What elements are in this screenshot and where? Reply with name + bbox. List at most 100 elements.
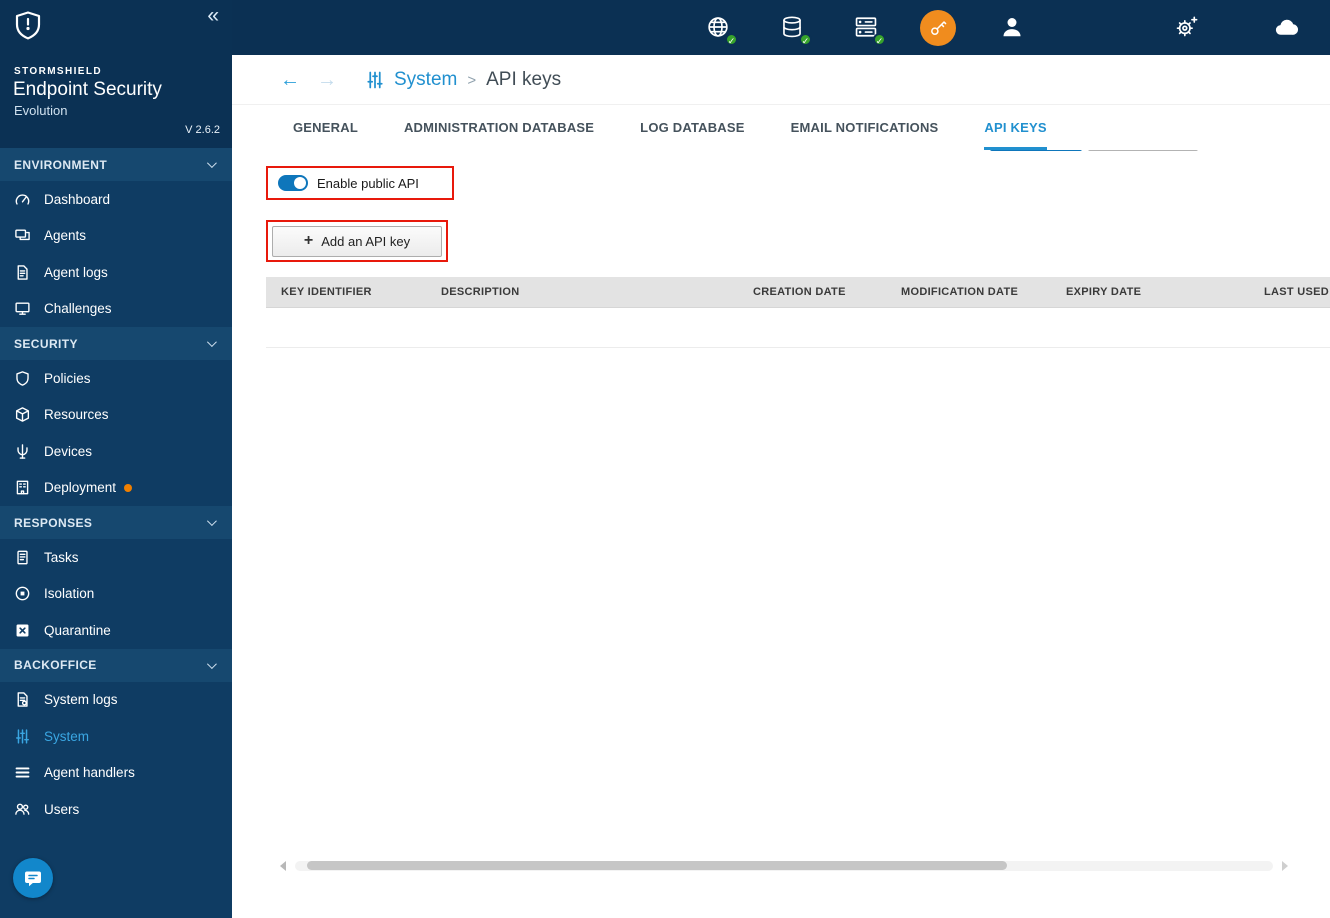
scroll-left-arrow[interactable]: [280, 861, 286, 871]
tab-administration-database[interactable]: ADMINISTRATION DATABASE: [404, 105, 594, 150]
deployment-notification-dot: [124, 484, 132, 492]
user-icon[interactable]: [999, 14, 1027, 42]
sidebar: « STORMSHIELD Endpoint Security Evolutio…: [0, 0, 232, 918]
sidebar-item-system[interactable]: System: [0, 718, 232, 755]
main-area: ✓ ✓ ✓ ← → System >: [232, 0, 1330, 918]
sidebar-item-label: Dashboard: [44, 192, 110, 207]
system-icon: [365, 70, 385, 90]
dashboard-icon: [14, 191, 33, 208]
section-label: SECURITY: [14, 337, 78, 351]
tab-email-notifications[interactable]: EMAIL NOTIFICATIONS: [791, 105, 939, 150]
sidebar-section-security[interactable]: SECURITY: [0, 327, 232, 360]
sidebar-item-label: Quarantine: [44, 623, 111, 638]
sidebar-item-agent-logs[interactable]: Agent logs: [0, 254, 232, 291]
sidebar-item-tasks[interactable]: Tasks: [0, 539, 232, 576]
sidebar-item-users[interactable]: Users: [0, 791, 232, 828]
agent-handlers-icon: [14, 764, 33, 781]
add-api-key-button-label: Add an API key: [321, 234, 410, 249]
sidebar-collapse-button[interactable]: «: [207, 4, 219, 28]
sidebar-item-system-logs[interactable]: System logs: [0, 682, 232, 719]
breadcrumb: ← → System > API keys: [280, 55, 561, 105]
sidebar-section-responses[interactable]: RESPONSES: [0, 506, 232, 539]
users-icon: [14, 801, 33, 818]
sidebar-section-environment[interactable]: ENVIRONMENT: [0, 148, 232, 181]
sidebar-item-label: Devices: [44, 444, 92, 459]
settings-tabs: GENERAL ADMINISTRATION DATABASE LOG DATA…: [232, 105, 1330, 150]
section-label: BACKOFFICE: [14, 658, 97, 672]
brand-version: V 2.6.2: [185, 124, 220, 136]
tab-general[interactable]: GENERAL: [293, 105, 358, 150]
sidebar-section-backoffice[interactable]: BACKOFFICE: [0, 649, 232, 682]
breadcrumb-system-link[interactable]: System: [394, 69, 457, 91]
sidebar-item-devices[interactable]: Devices: [0, 433, 232, 470]
sidebar-item-agents[interactable]: Agents: [0, 218, 232, 255]
sidebar-item-policies[interactable]: Policies: [0, 360, 232, 397]
chat-support-button[interactable]: [13, 858, 53, 898]
add-key-annotation-box: + Add an API key: [266, 220, 448, 262]
tab-log-database[interactable]: LOG DATABASE: [640, 105, 744, 150]
sidebar-item-label: Tasks: [44, 550, 79, 565]
deployment-icon: [14, 479, 33, 496]
chevron-down-icon: [207, 516, 217, 526]
breadcrumb-bar: ← → System > API keys You locked the "Pu…: [232, 55, 1330, 105]
server-status-icon[interactable]: ✓: [853, 14, 881, 42]
gear-config-icon[interactable]: [1173, 14, 1201, 42]
sidebar-item-quarantine[interactable]: Quarantine: [0, 612, 232, 649]
forward-arrow-button[interactable]: →: [317, 69, 337, 92]
tab-api-keys[interactable]: API KEYS: [984, 105, 1046, 150]
system-icon: [14, 728, 33, 745]
sidebar-item-label: System logs: [44, 692, 118, 707]
section-label: RESPONSES: [14, 516, 92, 530]
sidebar-item-challenges[interactable]: Challenges: [0, 291, 232, 328]
page-title: API keys: [486, 69, 561, 91]
plus-icon: +: [304, 232, 313, 250]
sidebar-item-label: Resources: [44, 407, 109, 422]
resources-icon: [14, 406, 33, 423]
sidebar-logo-area: « STORMSHIELD Endpoint Security Evolutio…: [0, 0, 232, 148]
column-last-used[interactable]: LAST USED: [1264, 286, 1329, 298]
sidebar-item-isolation[interactable]: Isolation: [0, 576, 232, 613]
enable-api-annotation-box: Enable public API: [266, 166, 454, 200]
scrollbar-track: [295, 861, 1273, 871]
globe-status-icon[interactable]: ✓: [705, 14, 733, 42]
sidebar-item-resources[interactable]: Resources: [0, 397, 232, 434]
scroll-right-arrow[interactable]: [1282, 861, 1288, 871]
sidebar-item-label: Deployment: [44, 480, 116, 495]
column-key-identifier[interactable]: KEY IDENTIFIER: [281, 286, 372, 298]
breadcrumb-separator: >: [467, 72, 476, 89]
sidebar-item-deployment[interactable]: Deployment: [0, 470, 232, 507]
add-api-key-button[interactable]: + Add an API key: [272, 226, 442, 257]
chevron-down-icon: [207, 158, 217, 168]
quarantine-icon: [14, 622, 33, 639]
database-status-icon[interactable]: ✓: [779, 14, 807, 42]
user-key-status-icon[interactable]: [920, 10, 956, 46]
isolation-icon: [14, 585, 33, 602]
system-logs-icon: [14, 691, 33, 708]
back-arrow-button[interactable]: ←: [280, 69, 300, 92]
enable-public-api-toggle[interactable]: [278, 175, 308, 191]
column-modification-date[interactable]: MODIFICATION DATE: [901, 286, 1018, 298]
api-keys-table: KEY IDENTIFIER DESCRIPTION CREATION DATE…: [266, 277, 1330, 348]
challenges-icon: [14, 300, 33, 317]
chat-icon: [22, 867, 44, 889]
chevron-down-icon: [207, 337, 217, 347]
sidebar-item-label: Challenges: [44, 301, 112, 316]
sidebar-item-dashboard[interactable]: Dashboard: [0, 181, 232, 218]
scrollbar-thumb[interactable]: [307, 861, 1007, 870]
sidebar-item-agent-handlers[interactable]: Agent handlers: [0, 755, 232, 792]
brand-name: STORMSHIELD: [14, 66, 102, 77]
table-header-row: KEY IDENTIFIER DESCRIPTION CREATION DATE…: [266, 277, 1330, 308]
table-empty-row: [266, 308, 1330, 348]
enable-public-api-label: Enable public API: [317, 176, 419, 191]
column-expiry-date[interactable]: EXPIRY DATE: [1066, 286, 1141, 298]
cloud-icon[interactable]: [1273, 14, 1301, 42]
column-creation-date[interactable]: CREATION DATE: [753, 286, 846, 298]
sidebar-item-label: Agent handlers: [44, 765, 135, 780]
green-check-badge: ✓: [799, 33, 812, 46]
sidebar-item-label: System: [44, 729, 89, 744]
column-description[interactable]: DESCRIPTION: [441, 286, 519, 298]
sidebar-item-label: Isolation: [44, 586, 94, 601]
brand-edition: Evolution: [14, 103, 67, 118]
topbar: ✓ ✓ ✓: [232, 0, 1330, 55]
green-check-badge: ✓: [725, 33, 738, 46]
